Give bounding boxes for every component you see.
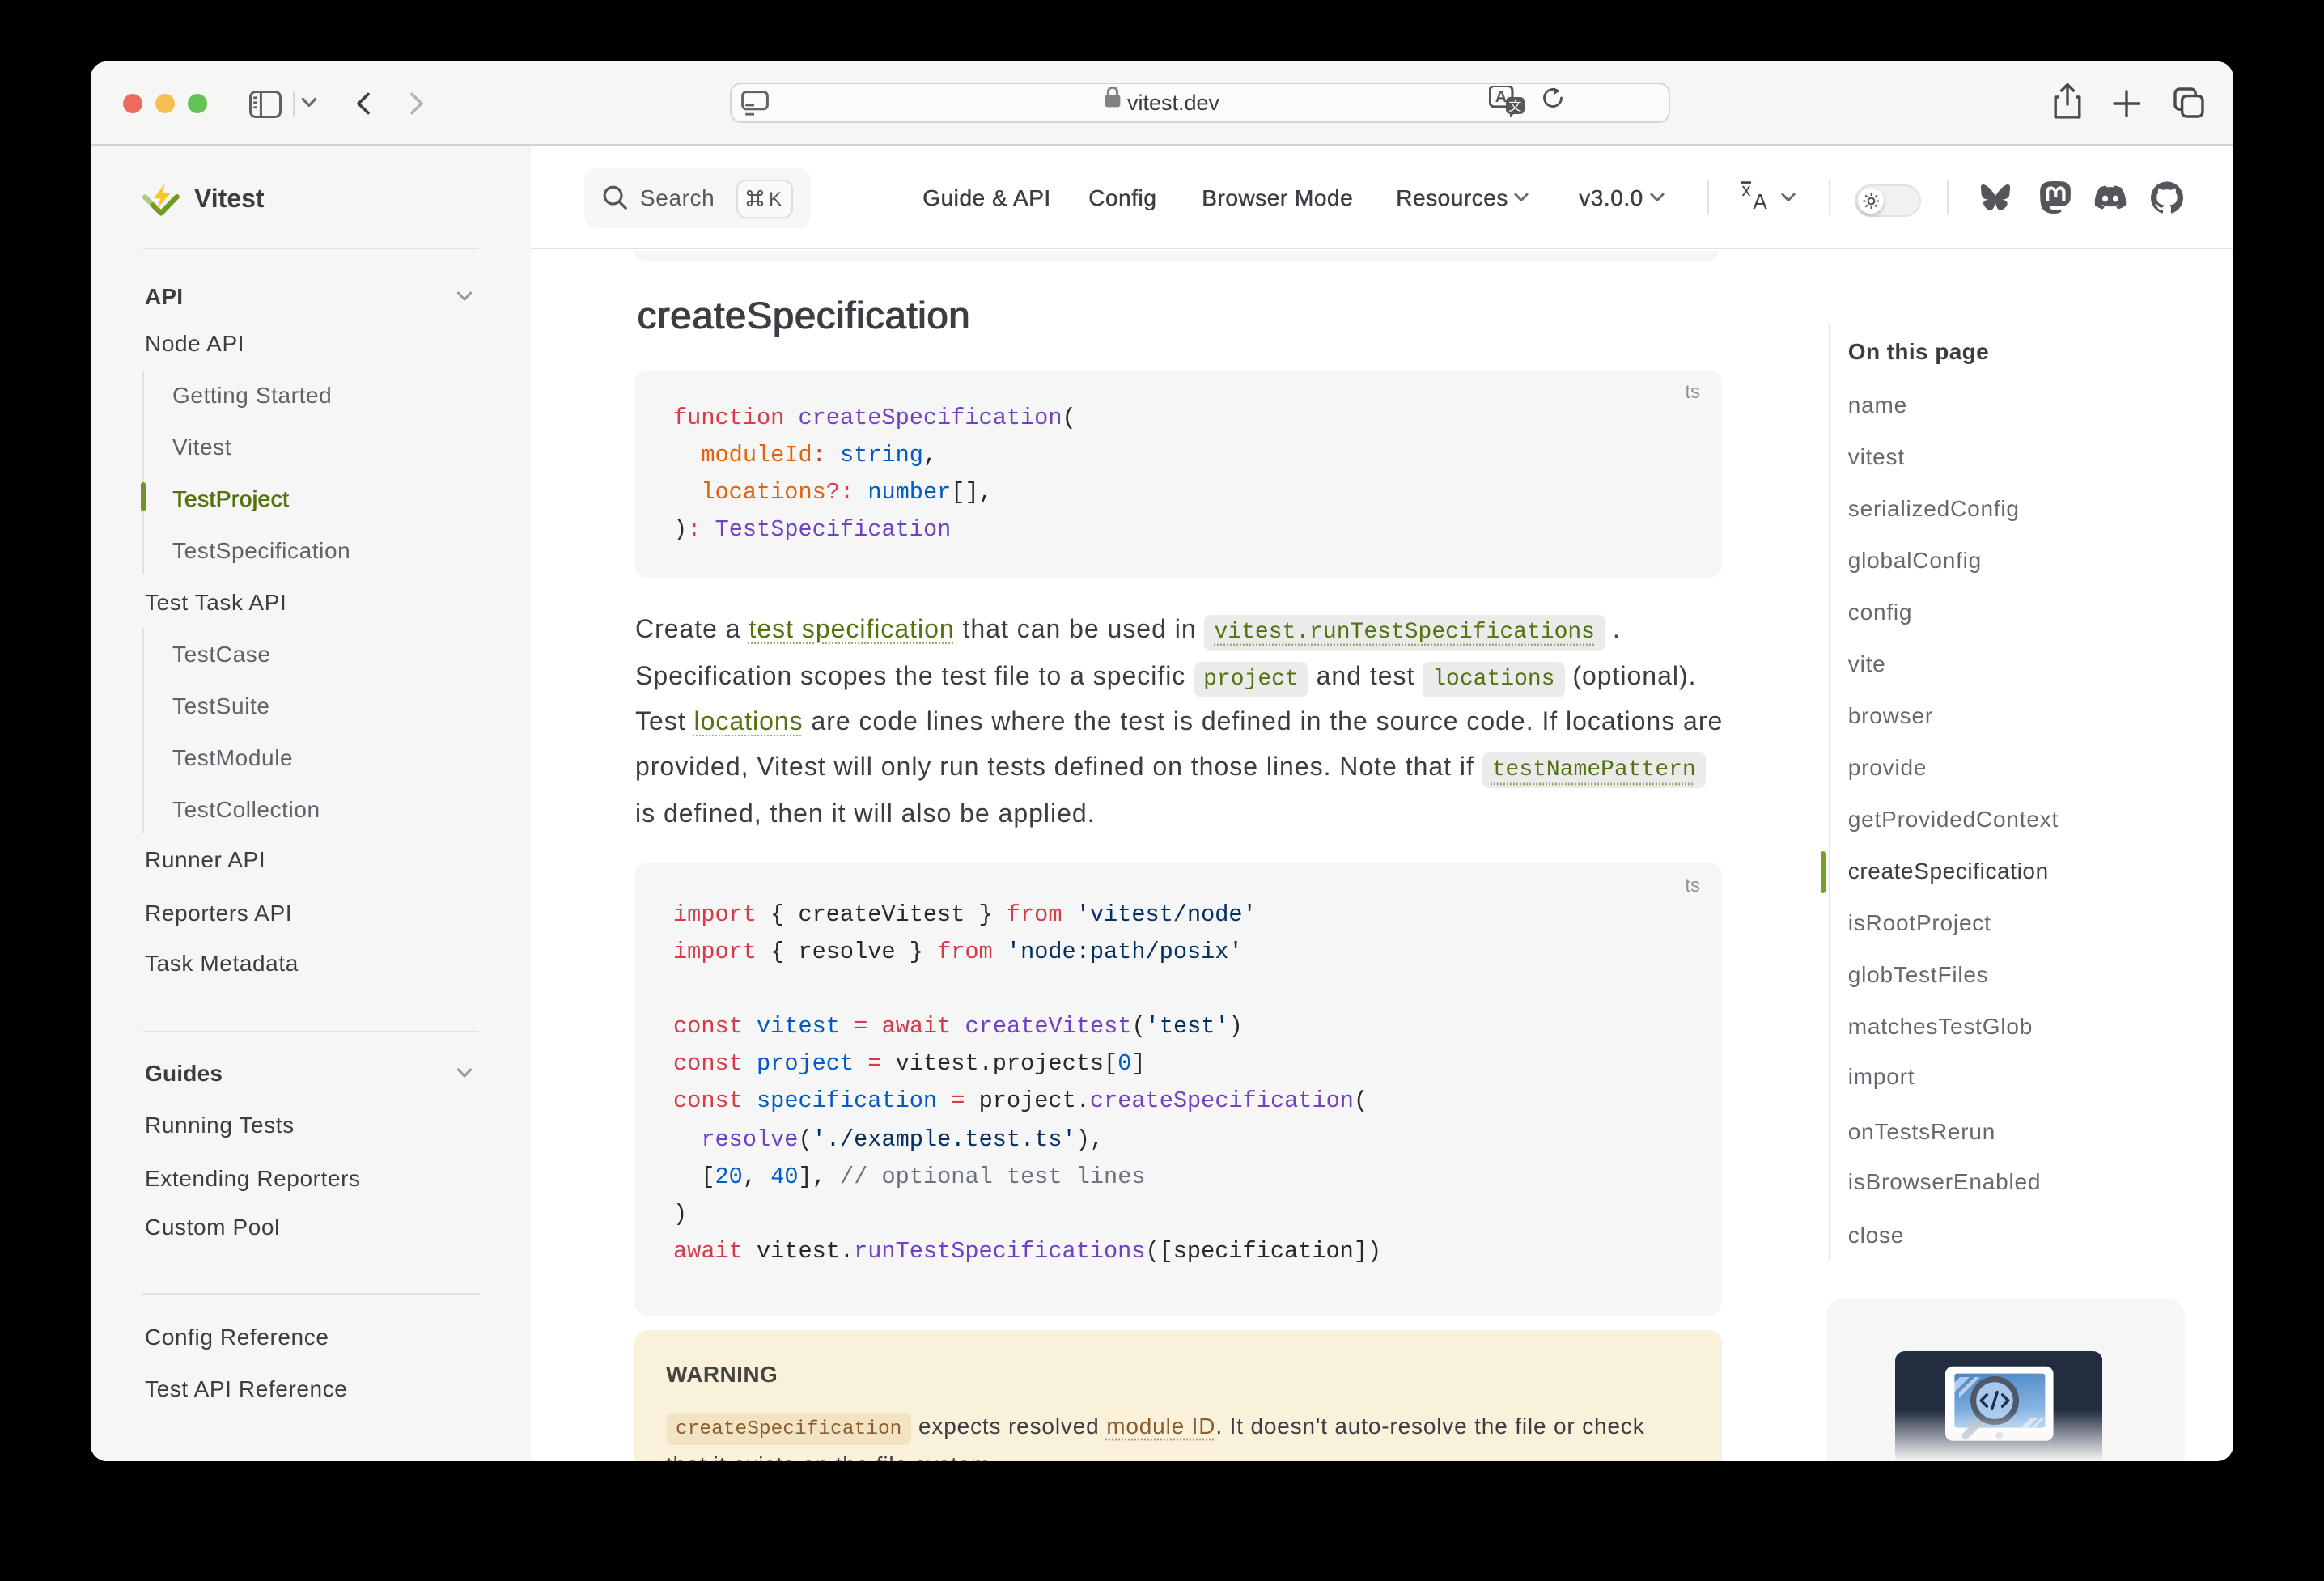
svg-text:A: A [1495,88,1507,106]
svg-text:A: A [1753,189,1767,214]
svg-text:文: 文 [1508,100,1521,114]
